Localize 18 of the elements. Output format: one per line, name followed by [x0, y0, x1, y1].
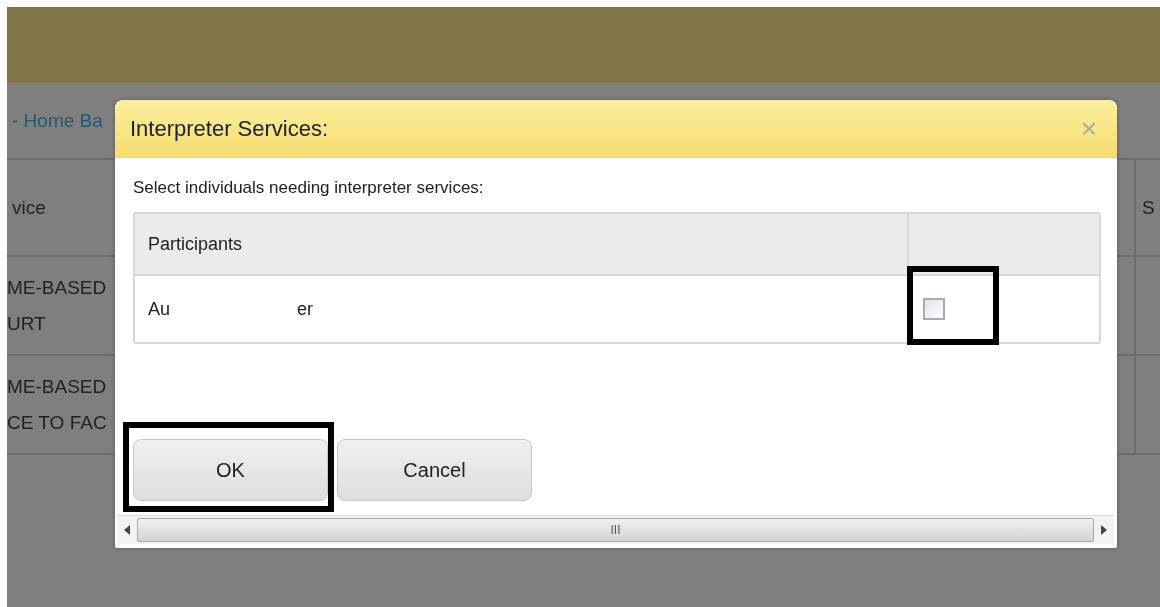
column-header: vice [12, 196, 47, 219]
table-cell-text: CE TO FAC [7, 411, 108, 434]
ok-button[interactable]: OK [133, 439, 328, 501]
table-cell-text: ME-BASED [7, 276, 108, 299]
participant-name: er [297, 298, 314, 320]
checkbox[interactable] [923, 298, 945, 320]
column-header: S [1142, 196, 1156, 219]
horizontal-scrollbar[interactable]: III [117, 515, 1114, 544]
instruction-text: Select individuals needing interpreter services: [133, 178, 485, 198]
scroll-left-icon[interactable] [123, 525, 131, 535]
participant-name: Au [148, 298, 171, 320]
cancel-button[interactable]: Cancel [337, 439, 532, 501]
scroll-right-icon[interactable] [1100, 525, 1108, 535]
column-header: Participants [148, 233, 243, 255]
table-cell-text: ME-BASED [7, 375, 108, 398]
table-cell-text: URT [7, 312, 47, 335]
dialog-title: Interpreter Services: [130, 115, 329, 142]
scrollbar-thumb[interactable]: III [137, 518, 1094, 542]
